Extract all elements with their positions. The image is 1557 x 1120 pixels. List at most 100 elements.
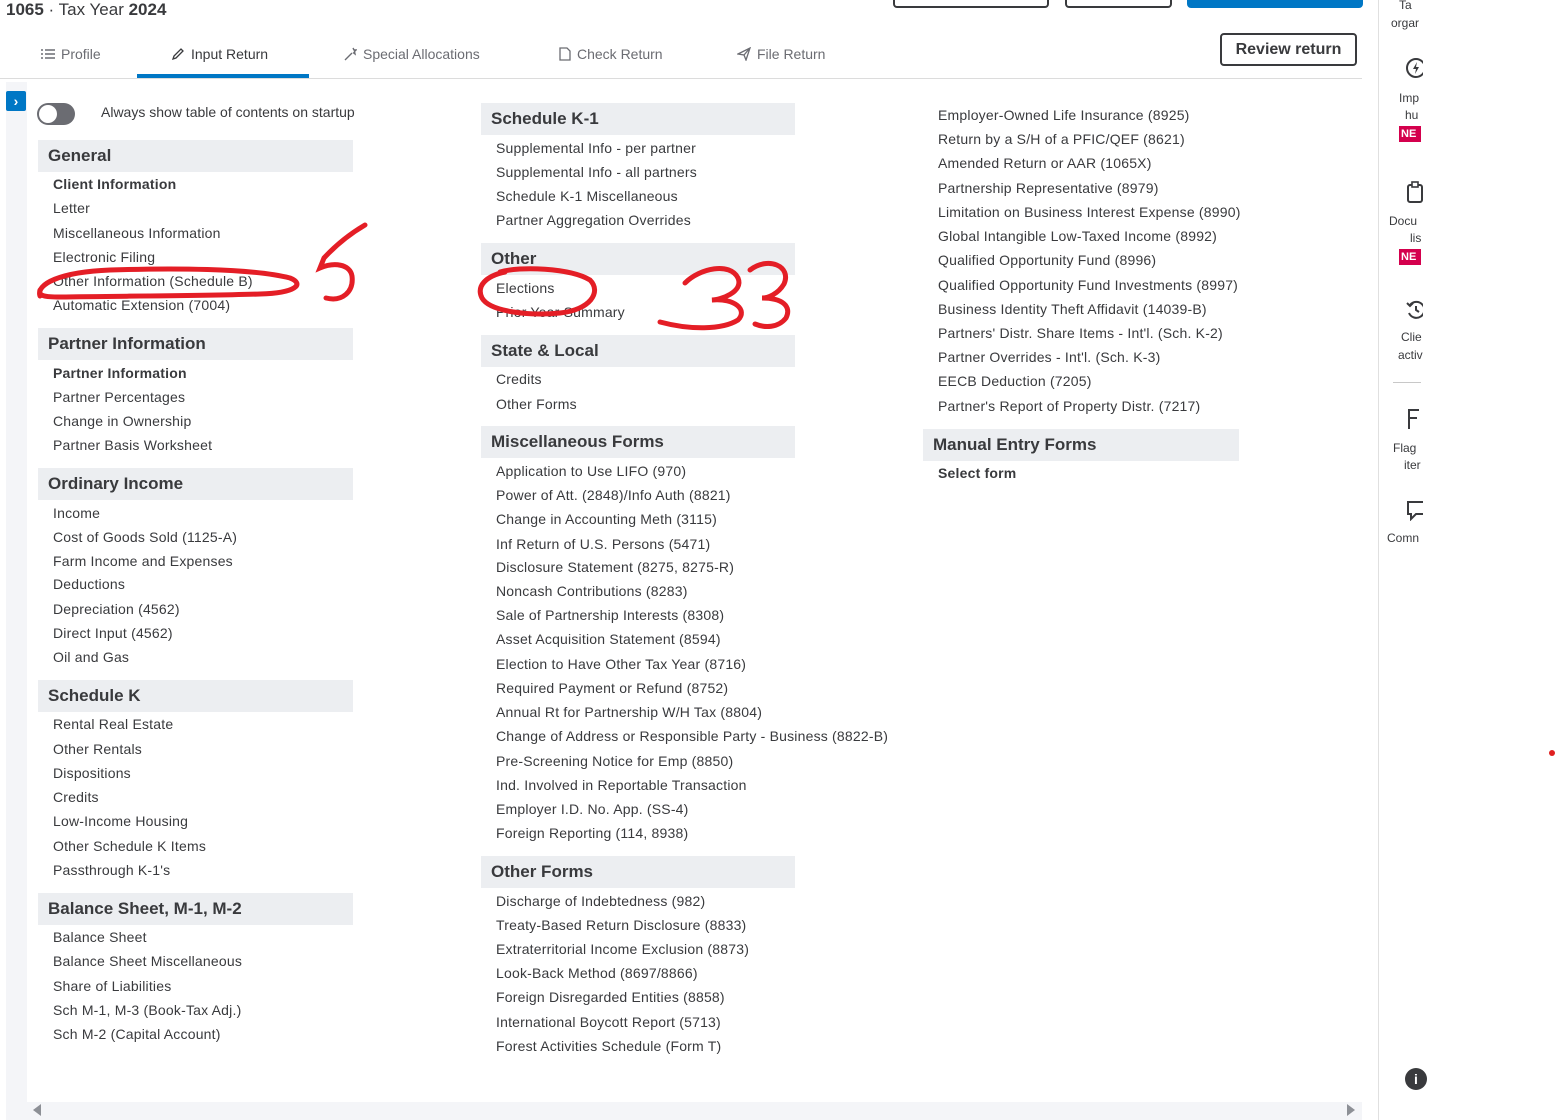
rp-label-activity[interactable]: activ: [1398, 347, 1423, 364]
history-icon[interactable]: [1405, 299, 1423, 321]
nav-reportable-transaction[interactable]: Ind. Involved in Reportable Transaction: [496, 777, 747, 793]
nav-sch-m1-m3[interactable]: Sch M-1, M-3 (Book-Tax Adj.): [53, 1002, 241, 1018]
rp-label-hub[interactable]: hu: [1405, 107, 1418, 124]
nav-income[interactable]: Income: [53, 505, 100, 521]
clipboard-icon[interactable]: [1405, 181, 1423, 203]
nav-low-income-housing[interactable]: Low-Income Housing: [53, 813, 188, 829]
nav-sch-m2[interactable]: Sch M-2 (Capital Account): [53, 1026, 221, 1042]
comment-icon[interactable]: [1405, 499, 1423, 521]
nav-supplemental-info-per-partner[interactable]: Supplemental Info - per partner: [496, 140, 696, 156]
nav-form-8308[interactable]: Sale of Partnership Interests (8308): [496, 607, 724, 623]
nav-form-8822b[interactable]: Change of Address or Responsible Party -…: [496, 728, 888, 744]
nav-form-8752[interactable]: Required Payment or Refund (8752): [496, 680, 728, 696]
rp-label-client[interactable]: Clie: [1401, 329, 1422, 346]
nav-form-8833[interactable]: Treaty-Based Return Disclosure (8833): [496, 917, 746, 933]
nav-form-7217[interactable]: Partner's Report of Property Distr. (721…: [938, 398, 1200, 414]
nav-form-t[interactable]: Forest Activities Schedule (Form T): [496, 1038, 721, 1054]
nav-partner-percentages[interactable]: Partner Percentages: [53, 389, 185, 405]
nav-form-8621[interactable]: Return by a S/H of a PFIC/QEF (8621): [938, 131, 1185, 147]
nav-dispositions[interactable]: Dispositions: [53, 765, 131, 781]
nav-partner-aggregation-overrides[interactable]: Partner Aggregation Overrides: [496, 212, 691, 228]
nav-letter[interactable]: Letter: [53, 200, 90, 216]
nav-electronic-filing[interactable]: Electronic Filing: [53, 249, 155, 265]
nav-depreciation[interactable]: Depreciation (4562): [53, 601, 180, 617]
nav-form-8997[interactable]: Qualified Opportunity Fund Investments (…: [938, 277, 1238, 293]
tab-check-return[interactable]: Check Return: [559, 46, 663, 62]
nav-miscellaneous-information[interactable]: Miscellaneous Information: [53, 225, 221, 241]
nav-form-ss4[interactable]: Employer I.D. No. App. (SS-4): [496, 801, 689, 817]
nav-balance-sheet-miscellaneous[interactable]: Balance Sheet Miscellaneous: [53, 953, 242, 969]
rp-label-ta[interactable]: Ta: [1399, 0, 1412, 14]
nav-form-7205[interactable]: EECB Deduction (7205): [938, 373, 1092, 389]
nav-form-5713[interactable]: International Boycott Report (5713): [496, 1014, 721, 1030]
rp-label-import[interactable]: Imp: [1399, 90, 1419, 107]
nav-form-8283[interactable]: Noncash Contributions (8283): [496, 583, 688, 599]
nav-form-982[interactable]: Discharge of Indebtedness (982): [496, 893, 705, 909]
nav-other-rentals[interactable]: Other Rentals: [53, 741, 142, 757]
rp-label-comments[interactable]: Comn: [1387, 530, 1419, 547]
nav-change-in-ownership[interactable]: Change in Ownership: [53, 413, 191, 429]
nav-form-1065x[interactable]: Amended Return or AAR (1065X): [938, 155, 1152, 171]
scroll-right-arrow[interactable]: [1347, 1104, 1355, 1116]
nav-form-8858[interactable]: Foreign Disregarded Entities (8858): [496, 989, 725, 1005]
nav-client-information[interactable]: Client Information: [53, 176, 176, 192]
nav-form-8990[interactable]: Limitation on Business Interest Expense …: [938, 204, 1241, 220]
nav-other-schedule-k-items[interactable]: Other Schedule K Items: [53, 838, 206, 854]
nav-partner-basis-worksheet[interactable]: Partner Basis Worksheet: [53, 437, 212, 453]
tab-file-return[interactable]: File Return: [737, 46, 825, 62]
nav-share-of-liabilities[interactable]: Share of Liabilities: [53, 978, 171, 994]
nav-form-2848-8821[interactable]: Power of Att. (2848)/Info Auth (8821): [496, 487, 731, 503]
nav-form-8594[interactable]: Asset Acquisition Statement (8594): [496, 631, 721, 647]
header-primary-button[interactable]: [1187, 0, 1363, 8]
tab-profile[interactable]: Profile: [41, 46, 101, 62]
expand-sidebar-button[interactable]: ›: [6, 91, 26, 111]
nav-state-other-forms[interactable]: Other Forms: [496, 396, 577, 412]
nav-farm-income[interactable]: Farm Income and Expenses: [53, 553, 233, 569]
nav-state-credits[interactable]: Credits: [496, 371, 542, 387]
nav-form-8992[interactable]: Global Intangible Low-Taxed Income (8992…: [938, 228, 1217, 244]
scroll-left-arrow[interactable]: [33, 1104, 41, 1116]
nav-sch-k3[interactable]: Partner Overrides - Int'l. (Sch. K-3): [938, 349, 1160, 365]
nav-form-14039b[interactable]: Business Identity Theft Affidavit (14039…: [938, 301, 1207, 317]
nav-other-information-schedule-b[interactable]: Other Information (Schedule B): [53, 273, 253, 289]
nav-form-8275[interactable]: Disclosure Statement (8275, 8275-R): [496, 559, 734, 575]
rp-label-flagged[interactable]: Flag: [1393, 440, 1416, 457]
flag-icon[interactable]: [1405, 407, 1423, 431]
nav-partner-information[interactable]: Partner Information: [53, 365, 187, 381]
review-return-button[interactable]: Review return: [1220, 33, 1357, 66]
tab-special-allocations[interactable]: Special Allocations: [343, 46, 480, 62]
nav-prior-year-summary[interactable]: Prior Year Summary: [496, 304, 625, 320]
nav-form-8850[interactable]: Pre-Screening Notice for Emp (8850): [496, 753, 733, 769]
nav-form-8873[interactable]: Extraterritorial Income Exclusion (8873): [496, 941, 749, 957]
nav-form-8925[interactable]: Employer-Owned Life Insurance (8925): [938, 107, 1190, 123]
nav-form-8979[interactable]: Partnership Representative (8979): [938, 180, 1159, 196]
rp-label-organizer[interactable]: orgar: [1391, 15, 1419, 32]
nav-direct-input[interactable]: Direct Input (4562): [53, 625, 173, 641]
nav-elections[interactable]: Elections: [496, 280, 555, 296]
nav-supplemental-info-all-partners[interactable]: Supplemental Info - all partners: [496, 164, 697, 180]
nav-credits[interactable]: Credits: [53, 789, 99, 805]
rp-label-documents[interactable]: Docu: [1389, 213, 1417, 230]
nav-form-8716[interactable]: Election to Have Other Tax Year (8716): [496, 656, 746, 672]
nav-rental-real-estate[interactable]: Rental Real Estate: [53, 716, 173, 732]
nav-balance-sheet[interactable]: Balance Sheet: [53, 929, 147, 945]
nav-select-form[interactable]: Select form: [938, 465, 1016, 481]
nav-passthrough-k1[interactable]: Passthrough K-1's: [53, 862, 170, 878]
nav-form-5471[interactable]: Inf Return of U.S. Persons (5471): [496, 536, 710, 552]
rp-label-list[interactable]: lis: [1410, 230, 1421, 247]
tab-input-return[interactable]: Input Return: [171, 46, 268, 62]
nav-schedule-k1-miscellaneous[interactable]: Schedule K-1 Miscellaneous: [496, 188, 678, 204]
rp-label-items[interactable]: iter: [1404, 457, 1421, 474]
info-icon[interactable]: i: [1405, 1068, 1427, 1090]
nav-oil-and-gas[interactable]: Oil and Gas: [53, 649, 129, 665]
header-button-2[interactable]: [1065, 0, 1172, 8]
nav-form-8804[interactable]: Annual Rt for Partnership W/H Tax (8804): [496, 704, 762, 720]
nav-foreign-reporting[interactable]: Foreign Reporting (114, 8938): [496, 825, 688, 841]
nav-automatic-extension[interactable]: Automatic Extension (7004): [53, 297, 230, 313]
nav-deductions[interactable]: Deductions: [53, 576, 125, 592]
nav-form-8996[interactable]: Qualified Opportunity Fund (8996): [938, 252, 1156, 268]
nav-form-970[interactable]: Application to Use LIFO (970): [496, 463, 686, 479]
nav-sch-k2[interactable]: Partners' Distr. Share Items - Int'l. (S…: [938, 325, 1223, 341]
header-button-1[interactable]: [893, 0, 1049, 8]
nav-cost-of-goods-sold[interactable]: Cost of Goods Sold (1125-A): [53, 529, 237, 545]
